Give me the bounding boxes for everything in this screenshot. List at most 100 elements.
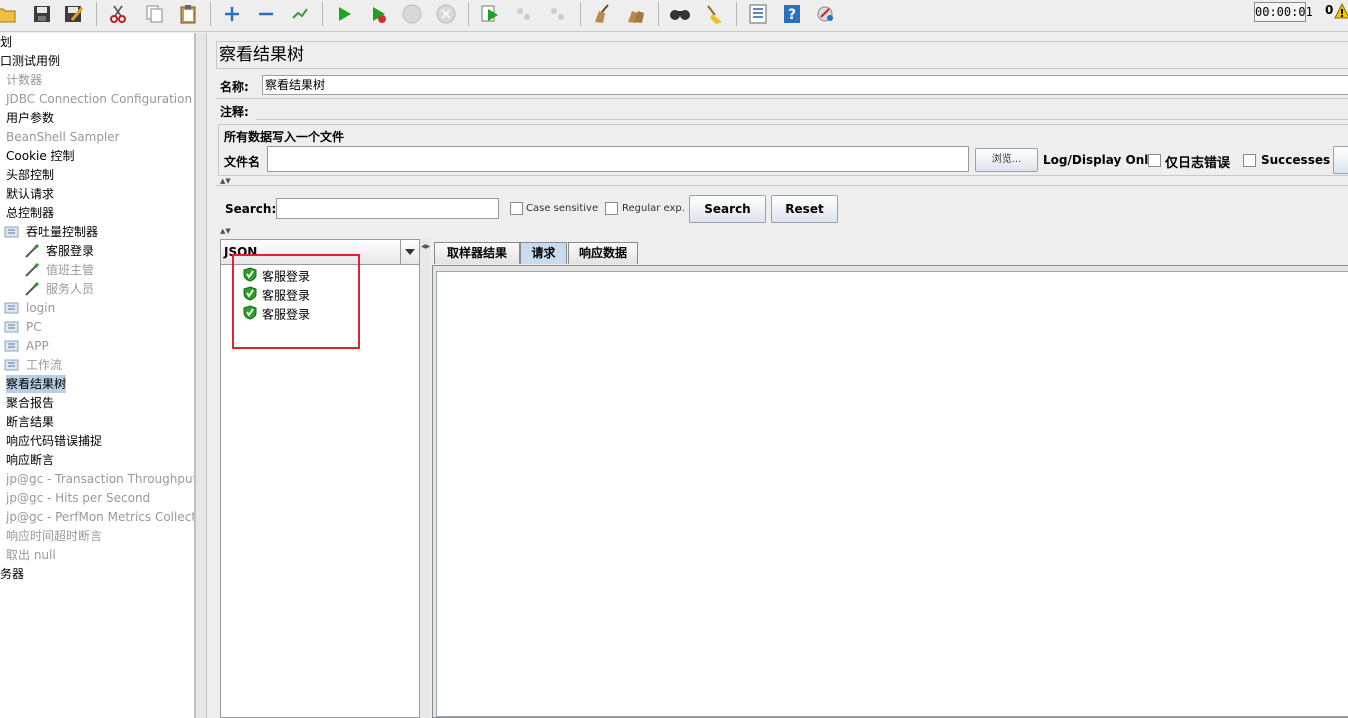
function-helper-icon[interactable]	[744, 0, 772, 28]
tree-item[interactable]: 工作流	[4, 356, 62, 374]
remote-exit-icon[interactable]	[544, 0, 572, 28]
save-as-icon[interactable]	[60, 0, 88, 28]
plugins-icon[interactable]	[812, 0, 840, 28]
tree-item[interactable]: jp@gc - Transaction Throughput vs	[6, 470, 194, 488]
split-arrows-icon[interactable]: ▲▼	[220, 178, 231, 185]
tree-item[interactable]: login	[4, 299, 55, 317]
browse-button[interactable]: 浏览...	[975, 148, 1038, 172]
tree-item-label: Cookie 控制	[6, 149, 75, 163]
tree-item[interactable]: jp@gc - Hits per Second	[6, 489, 150, 507]
search-label: Search:	[225, 202, 277, 216]
result-tabs: 取样器结果 请求 响应数据	[432, 239, 1348, 264]
tree-item[interactable]: 察看结果树	[6, 375, 67, 393]
configure-button[interactable]	[1333, 146, 1348, 174]
remote-start-icon[interactable]	[476, 0, 504, 28]
tree-item[interactable]: jp@gc - PerfMon Metrics Collector	[6, 508, 195, 526]
tree-item[interactable]: BeanShell Sampler	[6, 128, 120, 146]
search-icon[interactable]	[666, 0, 694, 28]
start-icon[interactable]	[330, 0, 358, 28]
tree-item[interactable]: 头部控制	[6, 166, 54, 184]
broom-icon[interactable]	[700, 0, 728, 28]
test-plan-tree[interactable]: 划口测试用例计数器 JDBC Connection Configuration 用户…	[0, 33, 195, 718]
errors-only-checkbox[interactable]	[1148, 154, 1161, 167]
search-input[interactable]	[276, 198, 499, 219]
paste-icon[interactable]	[174, 0, 202, 28]
tree-item-label: 聚合报告	[6, 396, 55, 410]
controller-icon	[4, 320, 20, 334]
pipette-icon	[24, 262, 40, 277]
tree-item-label: 划	[0, 35, 13, 49]
collapse-icon[interactable]	[252, 0, 280, 28]
chevron-down-icon[interactable]	[400, 240, 419, 264]
toggle-icon[interactable]	[286, 0, 314, 28]
start-no-pause-icon[interactable]	[364, 0, 392, 28]
tree-item[interactable]: 响应断言	[6, 451, 54, 469]
expand-icon[interactable]	[218, 0, 246, 28]
clear-all-icon[interactable]	[622, 0, 650, 28]
tree-item[interactable]: 口测试用例	[0, 52, 60, 70]
elapsed-timer: 00:00:01	[1254, 2, 1313, 22]
tree-item-label: 务器	[0, 567, 25, 581]
case-sensitive-checkbox[interactable]	[510, 202, 523, 215]
split-arrows-icon[interactable]: ▲▼	[220, 228, 231, 235]
filename-label: 文件名	[224, 155, 261, 169]
tree-item[interactable]: 聚合报告	[6, 394, 54, 412]
tab-0[interactable]: 取样器结果	[434, 242, 520, 264]
tree-item-label: JDBC Connection Configuration	[6, 92, 193, 106]
cut-icon[interactable]	[104, 0, 132, 28]
file-group-title: 所有数据写入一个文件	[224, 130, 345, 144]
open-folder-icon[interactable]	[0, 0, 20, 28]
tab-1[interactable]: 请求	[520, 242, 567, 264]
request-text-area[interactable]	[436, 271, 1348, 717]
split-pane-divider[interactable]	[195, 33, 207, 718]
tab-2[interactable]: 响应数据	[568, 242, 638, 264]
shutdown-icon[interactable]	[432, 0, 460, 28]
tree-item-label: 默认请求	[6, 187, 55, 201]
help-icon[interactable]: ?	[778, 0, 806, 28]
result-split-divider[interactable]: ◀▶	[420, 239, 430, 718]
name-field[interactable]: 察看结果树	[262, 75, 1348, 95]
tree-item-label: APP	[26, 339, 49, 353]
tree-item[interactable]: 计数器	[6, 71, 42, 89]
tree-item-label: 值班主管	[46, 263, 95, 277]
tree-item[interactable]: 用户参数	[6, 109, 54, 127]
save-icon[interactable]	[28, 0, 56, 28]
errors-only-label: 仅日志错误	[1165, 156, 1231, 171]
tree-item-label: 计数器	[6, 73, 43, 87]
copy-icon[interactable]	[140, 0, 168, 28]
tree-item[interactable]: 值班主管	[25, 261, 95, 279]
stop-icon[interactable]	[398, 0, 426, 28]
tree-item[interactable]: 务器	[0, 565, 24, 583]
filename-input[interactable]	[267, 146, 969, 172]
tree-item[interactable]: Cookie 控制	[6, 147, 75, 165]
tree-item[interactable]: 断言结果	[6, 413, 54, 431]
tree-item[interactable]: 客服登录	[25, 242, 94, 260]
remote-stop-icon[interactable]	[510, 0, 538, 28]
reset-button[interactable]: Reset	[771, 195, 838, 223]
tree-item[interactable]: 划	[0, 33, 12, 51]
tree-item[interactable]: APP	[4, 337, 49, 355]
successes-checkbox[interactable]	[1243, 154, 1256, 167]
tree-item[interactable]: PC	[4, 318, 42, 336]
tree-item-label: 察看结果树	[6, 377, 67, 391]
tree-item-label: jp@gc - PerfMon Metrics Collector	[6, 510, 195, 524]
tree-item[interactable]: 取出 null	[6, 546, 56, 564]
regex-checkbox[interactable]	[605, 202, 618, 215]
svg-text:?: ?	[788, 7, 796, 23]
clear-icon[interactable]	[588, 0, 616, 28]
tree-item[interactable]: JDBC Connection Configuration	[6, 90, 192, 108]
tree-item-label: PC	[26, 320, 42, 334]
warning-icon[interactable]	[1334, 2, 1348, 23]
tab-content	[432, 265, 1348, 718]
tree-item[interactable]: 吞吐量控制器	[4, 223, 98, 241]
tree-item-label: jp@gc - Hits per Second	[6, 491, 151, 505]
tree-item[interactable]: 默认请求	[6, 185, 54, 203]
search-button[interactable]: Search	[689, 195, 766, 223]
tree-item[interactable]: 服务人员	[25, 280, 95, 298]
tree-item[interactable]: 响应时间超时断言	[6, 527, 102, 545]
tree-item-label: 断言结果	[6, 415, 55, 429]
tree-item[interactable]: 总控制器	[6, 204, 54, 222]
tree-item-label: 服务人员	[46, 282, 95, 296]
name-label: 名称:	[220, 80, 249, 94]
tree-item[interactable]: 响应代码错误捕捉	[6, 432, 102, 450]
